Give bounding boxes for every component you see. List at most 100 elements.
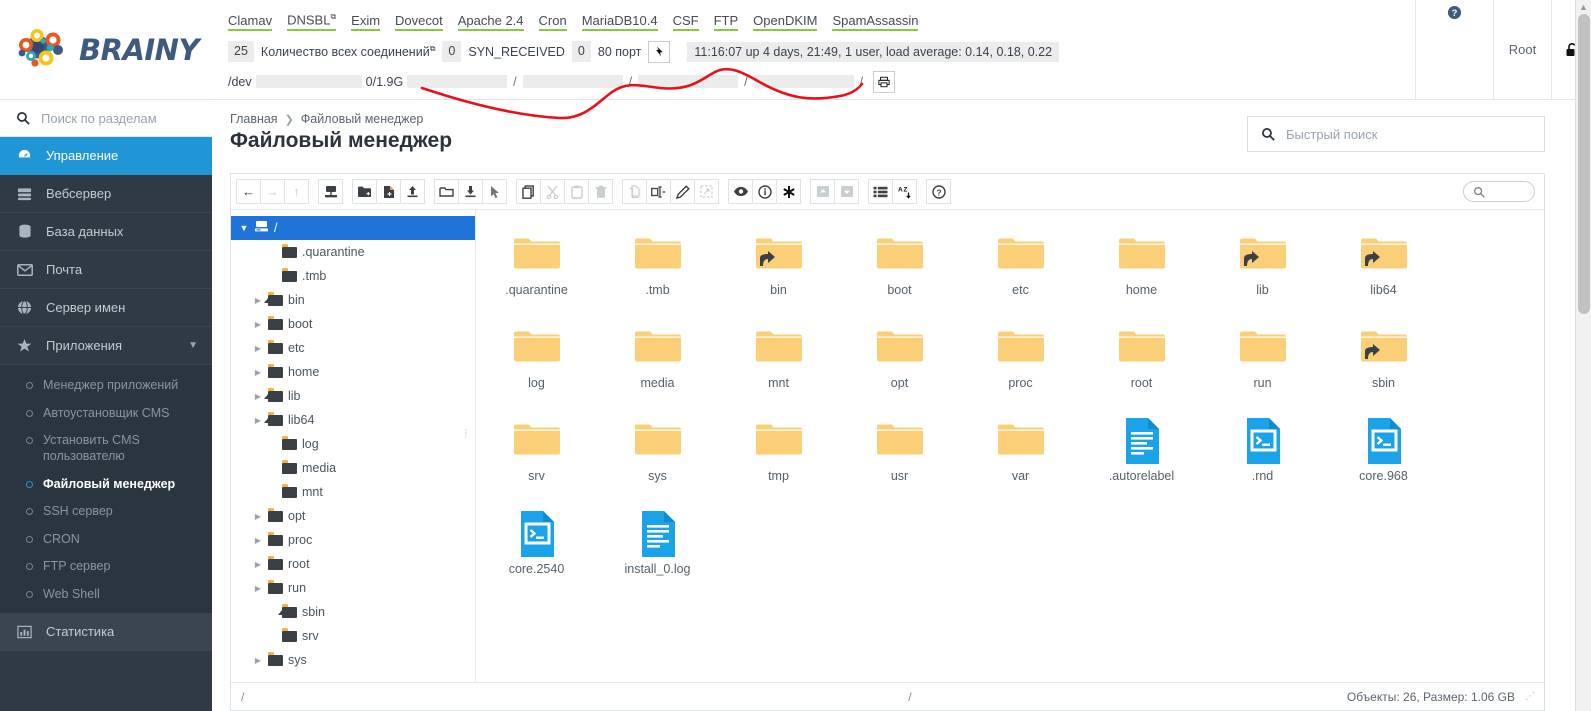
- back-icon[interactable]: ←: [236, 179, 261, 204]
- tree-node[interactable]: ▶opt: [231, 504, 475, 528]
- file-grid-item[interactable]: mnt: [718, 317, 839, 410]
- select-cursor-icon[interactable]: [482, 179, 507, 204]
- sort-az-icon[interactable]: AZ: [892, 179, 917, 204]
- pencil-icon[interactable]: [670, 179, 695, 204]
- sidebar-item-webserver[interactable]: Вебсервер: [0, 175, 212, 213]
- file-grid-item[interactable]: tmp: [718, 410, 839, 503]
- tree-node[interactable]: ▼/: [231, 216, 475, 240]
- resize-grip-icon[interactable]: ⋰: [1525, 691, 1534, 702]
- tree-node[interactable]: ▶bin: [231, 288, 475, 312]
- up-icon[interactable]: ↑: [284, 179, 309, 204]
- chevron-right-icon[interactable]: ▶: [253, 296, 263, 305]
- tree-node[interactable]: ▶lib: [231, 384, 475, 408]
- sidebar-subitem-cron[interactable]: CRON: [0, 526, 212, 554]
- service-link-mariadb[interactable]: MariaDB10.4: [582, 13, 658, 31]
- file-grid-item[interactable]: srv: [476, 410, 597, 503]
- chevron-right-icon[interactable]: ▶: [253, 656, 263, 665]
- breadcrumb-home[interactable]: Главная: [230, 112, 278, 126]
- file-grid-item[interactable]: proc: [960, 317, 1081, 410]
- service-link-spamassassin[interactable]: SpamAssassin: [832, 13, 918, 31]
- sidebar-item-mail[interactable]: Почта: [0, 251, 212, 289]
- file-grid-item[interactable]: run: [1202, 317, 1323, 410]
- file-grid-item[interactable]: core.2540: [476, 503, 597, 596]
- file-grid-item[interactable]: root: [1081, 317, 1202, 410]
- file-grid-item[interactable]: .rnd: [1202, 410, 1323, 503]
- chevron-right-icon[interactable]: ▶: [253, 560, 263, 569]
- service-link-exim[interactable]: Exim: [351, 13, 380, 31]
- download-icon[interactable]: [458, 179, 483, 204]
- chevron-right-icon[interactable]: ▶: [253, 344, 263, 353]
- chevron-right-icon[interactable]: ▶: [253, 536, 263, 545]
- file-grid-item[interactable]: media: [597, 317, 718, 410]
- sidebar-subitem-file-manager[interactable]: Файловый менеджер: [0, 471, 212, 499]
- file-grid[interactable]: .quarantine.tmbbinbootetchomeliblib64log…: [476, 210, 1544, 682]
- sidebar-item-nameserver[interactable]: Сервер имен: [0, 289, 212, 327]
- paste-icon[interactable]: [564, 179, 589, 204]
- sidebar-subitem-web-shell[interactable]: Web Shell: [0, 581, 212, 609]
- file-grid-item[interactable]: opt: [839, 317, 960, 410]
- service-link-apache[interactable]: Apache 2.4: [458, 13, 524, 31]
- chevron-right-icon[interactable]: ▶: [253, 392, 263, 401]
- plug-button[interactable]: [648, 41, 670, 63]
- file-grid-item[interactable]: .quarantine: [476, 224, 597, 317]
- cut-icon[interactable]: [540, 179, 565, 204]
- tree-node[interactable]: ▶proc: [231, 528, 475, 552]
- tree-node[interactable]: log: [231, 432, 475, 456]
- help-question-icon[interactable]: ?: [926, 179, 951, 204]
- tree-node[interactable]: media: [231, 456, 475, 480]
- print-button[interactable]: [873, 71, 895, 93]
- sidebar-item-applications[interactable]: Приложения ▼: [0, 327, 212, 365]
- file-grid-item[interactable]: .autorelabel: [1081, 410, 1202, 503]
- copy-icon[interactable]: [516, 179, 541, 204]
- chevron-right-icon[interactable]: ▶: [253, 512, 263, 521]
- topbar-help[interactable]: ?: [1415, 0, 1493, 99]
- service-link-ftp[interactable]: FTP: [714, 13, 739, 31]
- page-scrollbar-thumb[interactable]: [1578, 14, 1590, 314]
- tree-node[interactable]: ▶etc: [231, 336, 475, 360]
- chevron-right-icon[interactable]: ▶: [253, 368, 263, 377]
- file-grid-item[interactable]: install_0.log: [597, 503, 718, 596]
- resize-icon[interactable]: [694, 179, 719, 204]
- file-grid-item[interactable]: lib64: [1323, 224, 1444, 317]
- service-link-cron[interactable]: Cron: [539, 13, 567, 31]
- archive-create-icon[interactable]: [810, 179, 835, 204]
- new-file-icon[interactable]: [376, 179, 401, 204]
- chevron-right-icon[interactable]: ▶: [253, 584, 263, 593]
- service-link-dnsbl[interactable]: DNSBL⧉: [287, 12, 336, 30]
- service-link-opendkim[interactable]: OpenDKIM: [753, 13, 817, 31]
- chevron-right-icon[interactable]: ▶: [253, 320, 263, 329]
- brand-logo[interactable]: BRAINY: [0, 0, 212, 100]
- permissions-asterisk-icon[interactable]: [776, 179, 801, 204]
- sidebar-item-database[interactable]: База данных: [0, 213, 212, 251]
- delete-icon[interactable]: [588, 179, 613, 204]
- sidebar-item-upravlenie[interactable]: Управление: [0, 137, 212, 175]
- eye-icon[interactable]: [728, 179, 753, 204]
- new-folder-icon[interactable]: [352, 179, 377, 204]
- file-grid-item[interactable]: sbin: [1323, 317, 1444, 410]
- tree-node[interactable]: .quarantine: [231, 240, 475, 264]
- file-manager-search-input[interactable]: [1463, 181, 1535, 202]
- sidebar-subitem-ssh-server[interactable]: SSH сервер: [0, 498, 212, 526]
- rename-icon[interactable]: [646, 179, 671, 204]
- file-grid-item[interactable]: lib: [1202, 224, 1323, 317]
- file-grid-item[interactable]: .tmb: [597, 224, 718, 317]
- sidebar-item-statistics[interactable]: Статистика: [0, 613, 212, 651]
- file-grid-item[interactable]: home: [1081, 224, 1202, 317]
- directory-tree[interactable]: ⦙ ▼/.quarantine.tmb▶bin▶boot▶etc▶home▶li…: [231, 210, 476, 682]
- file-grid-item[interactable]: bin: [718, 224, 839, 317]
- file-grid-item[interactable]: sys: [597, 410, 718, 503]
- chevron-right-icon[interactable]: ▶: [253, 416, 263, 425]
- sidebar-subitem-install-cms-user[interactable]: Установить CMS пользователю: [0, 427, 212, 470]
- archive-extract-icon[interactable]: [834, 179, 859, 204]
- service-link-csf[interactable]: CSF: [673, 13, 699, 31]
- tree-node[interactable]: sbin: [231, 600, 475, 624]
- tree-resize-handle[interactable]: ⦙: [465, 428, 467, 441]
- page-scrollbar[interactable]: ▲: [1575, 0, 1591, 711]
- file-grid-item[interactable]: boot: [839, 224, 960, 317]
- tree-node[interactable]: ▶boot: [231, 312, 475, 336]
- upload-icon[interactable]: [400, 179, 425, 204]
- tree-node[interactable]: ▶sys: [231, 648, 475, 672]
- sidebar-search[interactable]: Поиск по разделам: [0, 100, 212, 137]
- quick-search[interactable]: Быстрый поиск: [1247, 116, 1545, 152]
- user-menu[interactable]: Root: [1493, 0, 1551, 99]
